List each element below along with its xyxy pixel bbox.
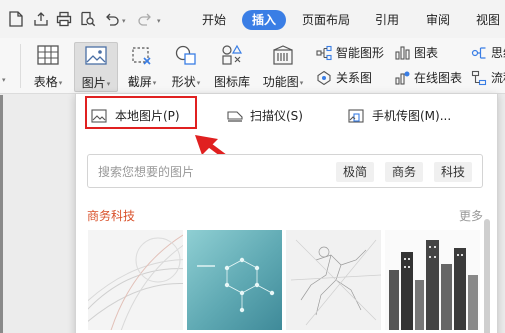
phone-transfer-label: 手机传图(M)... xyxy=(372,109,452,123)
chart-button[interactable]: 图表 xyxy=(394,43,454,63)
tab-review[interactable]: 审阅 xyxy=(426,10,450,30)
document-icon[interactable] xyxy=(7,10,25,28)
ribbon-divider xyxy=(20,44,21,88)
insert-picture-dropdown: 本地图片(P) 扫描仪(S) 手机传图(M)... 搜索您想要的图片 极简 商务… xyxy=(75,93,498,333)
thumbnail-abstract-lines[interactable] xyxy=(88,230,183,330)
screenshot-icon xyxy=(130,44,154,66)
panel-scrollbar[interactable] xyxy=(484,219,490,333)
shape-label: 形状 xyxy=(171,75,196,89)
flowchart-button[interactable]: 流程 xyxy=(471,68,505,88)
online-chart-label: 在线图表 xyxy=(414,71,463,85)
phone-picture-icon xyxy=(348,109,364,123)
mindmap-button[interactable]: 思维 xyxy=(471,43,505,63)
thumbnail-teal-network[interactable] xyxy=(187,230,282,330)
mindmap-label: 思维 xyxy=(491,46,505,60)
online-chart-button[interactable]: 在线图表 xyxy=(394,68,468,88)
scanner-option[interactable]: 扫描仪(S) xyxy=(226,104,316,128)
collapsed-caret-icon[interactable]: ▾ xyxy=(2,76,6,84)
screenshot-button[interactable]: 截屏▾ xyxy=(122,42,162,92)
tab-references[interactable]: 引用 xyxy=(375,10,399,30)
print-preview-icon[interactable] xyxy=(79,10,97,28)
picture-label: 图片 xyxy=(81,76,106,90)
export-icon[interactable] xyxy=(32,10,50,28)
redo-icon[interactable] xyxy=(136,10,154,28)
smartart-label: 智能图形 xyxy=(336,46,385,60)
chip-business[interactable]: 商务 xyxy=(385,162,424,182)
relation-chart-icon xyxy=(317,70,331,86)
undo-icon[interactable] xyxy=(103,10,121,28)
flowchart-label: 流程 xyxy=(491,71,505,85)
chip-minimal[interactable]: 极简 xyxy=(336,162,375,182)
picture-icon xyxy=(84,45,108,67)
function-chart-label: 功能图 xyxy=(262,75,299,89)
shape-button[interactable]: 形状▾ xyxy=(166,42,206,92)
relation-chart-label: 关系图 xyxy=(336,71,373,85)
smartart-icon xyxy=(316,45,332,61)
search-placeholder: 搜索您想要的图片 xyxy=(98,165,195,179)
icon-library-label: 图标库 xyxy=(213,75,250,89)
more-link[interactable]: 更多 xyxy=(459,207,483,224)
tab-home[interactable]: 开始 xyxy=(202,10,226,30)
tab-view[interactable]: 视图 xyxy=(476,10,500,30)
chip-tech[interactable]: 科技 xyxy=(434,162,473,182)
chart-label: 图表 xyxy=(414,46,439,60)
print-icon[interactable] xyxy=(55,10,73,28)
highlight-box xyxy=(85,96,197,129)
thumbnail-city-skyline[interactable] xyxy=(385,230,480,330)
thumbnail-running-figure[interactable] xyxy=(286,230,381,330)
scanner-label: 扫描仪(S) xyxy=(250,109,303,123)
undo-dropdown-icon[interactable]: ▾ xyxy=(122,17,126,25)
picture-search-box[interactable]: 搜索您想要的图片 极简 商务 科技 xyxy=(87,154,483,188)
mindmap-icon xyxy=(471,47,486,59)
flowchart-icon xyxy=(471,70,487,86)
table-icon xyxy=(36,44,60,66)
smartart-button[interactable]: 智能图形 xyxy=(316,43,396,63)
relation-chart-button[interactable]: 关系图 xyxy=(316,68,396,88)
tab-insert[interactable]: 插入 xyxy=(242,10,287,30)
icon-library-icon xyxy=(220,44,244,66)
function-chart-icon xyxy=(271,44,295,66)
function-chart-button[interactable]: 功能图▾ xyxy=(258,42,308,92)
icon-library-button[interactable]: 图标库 xyxy=(212,42,252,92)
table-label: 表格 xyxy=(33,75,58,89)
ribbon-tab-bar: ▾ ▾ 开始 插入 页面布局 引用 审阅 视图 xyxy=(0,0,505,38)
phone-transfer-option[interactable]: 手机传图(M)... xyxy=(348,104,478,128)
document-edge xyxy=(0,95,3,333)
scanner-icon xyxy=(227,111,243,122)
table-button[interactable]: 表格▾ xyxy=(28,42,68,92)
tab-page-layout[interactable]: 页面布局 xyxy=(302,10,350,30)
section-title: 商务科技 xyxy=(87,209,136,223)
more-quick-access-icon[interactable]: ▾ xyxy=(157,17,161,25)
screenshot-label: 截屏 xyxy=(127,75,152,89)
shape-icon xyxy=(174,44,198,66)
online-chart-icon xyxy=(395,71,410,85)
chart-icon xyxy=(395,46,410,60)
picture-button[interactable]: 图片▾ xyxy=(74,42,118,92)
insert-ribbon: ▾ 表格▾ 图片▾ 截屏▾ 形状▾ 图标库 功能图▾ 智能图形 关系图 图表 在… xyxy=(0,38,505,94)
